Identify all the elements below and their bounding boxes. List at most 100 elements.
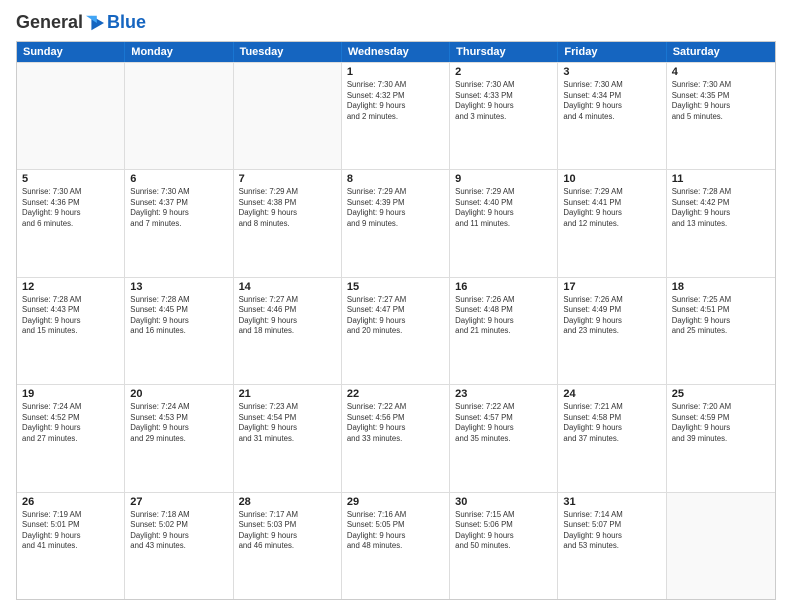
day-number: 12 (22, 281, 119, 293)
calendar-body: 1 Sunrise: 7:30 AM Sunset: 4:32 PM Daylig… (17, 62, 775, 599)
day-number: 11 (672, 173, 770, 185)
day-info: Sunrise: 7:22 AM Sunset: 4:57 PM Dayligh… (455, 402, 552, 444)
day-cell-19: 19 Sunrise: 7:24 AM Sunset: 4:52 PM Dayli… (17, 385, 125, 491)
day-info: Sunrise: 7:22 AM Sunset: 4:56 PM Dayligh… (347, 402, 444, 444)
day-number: 4 (672, 66, 770, 78)
day-cell-1: 1 Sunrise: 7:30 AM Sunset: 4:32 PM Daylig… (342, 63, 450, 169)
logo: GeneralBlue (16, 12, 146, 33)
day-number: 3 (563, 66, 660, 78)
day-info: Sunrise: 7:30 AM Sunset: 4:35 PM Dayligh… (672, 80, 770, 122)
day-info: Sunrise: 7:20 AM Sunset: 4:59 PM Dayligh… (672, 402, 770, 444)
day-cell-14: 14Sunrise: 7:27 AM Sunset: 4:46 PM Dayli… (234, 278, 342, 384)
logo-text: GeneralBlue (16, 12, 146, 33)
day-number: 1 (347, 66, 444, 78)
logo-icon (84, 14, 106, 32)
day-info: Sunrise: 7:29 AM Sunset: 4:39 PM Dayligh… (347, 187, 444, 229)
day-info: Sunrise: 7:19 AM Sunset: 5:01 PM Dayligh… (22, 510, 119, 552)
day-cell-27: 27 Sunrise: 7:18 AM Sunset: 5:02 PM Dayli… (125, 493, 233, 599)
calendar-row-5: 26 Sunrise: 7:19 AM Sunset: 5:01 PM Dayli… (17, 492, 775, 599)
calendar-row-4: 19 Sunrise: 7:24 AM Sunset: 4:52 PM Dayli… (17, 384, 775, 491)
day-info: Sunrise: 7:25 AM Sunset: 4:51 PM Dayligh… (672, 295, 770, 337)
day-number: 31 (563, 496, 660, 508)
day-cell-17: 17Sunrise: 7:26 AM Sunset: 4:49 PM Dayli… (558, 278, 666, 384)
day-info: Sunrise: 7:16 AM Sunset: 5:05 PM Dayligh… (347, 510, 444, 552)
day-cell-10: 10 Sunrise: 7:29 AM Sunset: 4:41 PM Dayli… (558, 170, 666, 276)
day-cell-7: 7Sunrise: 7:29 AM Sunset: 4:38 PM Daylig… (234, 170, 342, 276)
day-info: Sunrise: 7:26 AM Sunset: 4:48 PM Dayligh… (455, 295, 552, 337)
day-number: 26 (22, 496, 119, 508)
day-number: 6 (130, 173, 227, 185)
day-cell-26: 26 Sunrise: 7:19 AM Sunset: 5:01 PM Dayli… (17, 493, 125, 599)
day-number: 19 (22, 388, 119, 400)
day-info: Sunrise: 7:29 AM Sunset: 4:41 PM Dayligh… (563, 187, 660, 229)
day-number: 7 (239, 173, 336, 185)
day-number: 13 (130, 281, 227, 293)
day-cell-30: 30 Sunrise: 7:15 AM Sunset: 5:06 PM Dayli… (450, 493, 558, 599)
day-cell-5: 5 Sunrise: 7:30 AM Sunset: 4:36 PM Daylig… (17, 170, 125, 276)
calendar-header: SundayMondayTuesdayWednesdayThursdayFrid… (17, 42, 775, 62)
day-info: Sunrise: 7:30 AM Sunset: 4:34 PM Dayligh… (563, 80, 660, 122)
day-cell-18: 18 Sunrise: 7:25 AM Sunset: 4:51 PM Dayli… (667, 278, 775, 384)
day-cell-23: 23 Sunrise: 7:22 AM Sunset: 4:57 PM Dayli… (450, 385, 558, 491)
day-info: Sunrise: 7:27 AM Sunset: 4:47 PM Dayligh… (347, 295, 444, 337)
day-cell-29: 29Sunrise: 7:16 AM Sunset: 5:05 PM Dayli… (342, 493, 450, 599)
day-info: Sunrise: 7:28 AM Sunset: 4:45 PM Dayligh… (130, 295, 227, 337)
day-number: 22 (347, 388, 444, 400)
day-cell-4: 4 Sunrise: 7:30 AM Sunset: 4:35 PM Daylig… (667, 63, 775, 169)
calendar-row-2: 5 Sunrise: 7:30 AM Sunset: 4:36 PM Daylig… (17, 169, 775, 276)
day-number: 9 (455, 173, 552, 185)
day-number: 14 (239, 281, 336, 293)
day-cell-25: 25 Sunrise: 7:20 AM Sunset: 4:59 PM Dayli… (667, 385, 775, 491)
day-cell-11: 11 Sunrise: 7:28 AM Sunset: 4:42 PM Dayli… (667, 170, 775, 276)
day-cell-6: 6Sunrise: 7:30 AM Sunset: 4:37 PM Daylig… (125, 170, 233, 276)
day-info: Sunrise: 7:18 AM Sunset: 5:02 PM Dayligh… (130, 510, 227, 552)
day-number: 2 (455, 66, 552, 78)
day-info: Sunrise: 7:24 AM Sunset: 4:52 PM Dayligh… (22, 402, 119, 444)
day-number: 10 (563, 173, 660, 185)
weekday-header-tuesday: Tuesday (234, 42, 342, 62)
day-info: Sunrise: 7:30 AM Sunset: 4:36 PM Dayligh… (22, 187, 119, 229)
day-info: Sunrise: 7:30 AM Sunset: 4:33 PM Dayligh… (455, 80, 552, 122)
day-cell-9: 9 Sunrise: 7:29 AM Sunset: 4:40 PM Daylig… (450, 170, 558, 276)
day-info: Sunrise: 7:30 AM Sunset: 4:32 PM Dayligh… (347, 80, 444, 122)
weekday-header-wednesday: Wednesday (342, 42, 450, 62)
weekday-header-saturday: Saturday (667, 42, 775, 62)
day-cell-2: 2 Sunrise: 7:30 AM Sunset: 4:33 PM Daylig… (450, 63, 558, 169)
day-cell-16: 16Sunrise: 7:26 AM Sunset: 4:48 PM Dayli… (450, 278, 558, 384)
day-number: 27 (130, 496, 227, 508)
calendar-row-1: 1 Sunrise: 7:30 AM Sunset: 4:32 PM Daylig… (17, 62, 775, 169)
weekday-header-friday: Friday (558, 42, 666, 62)
day-cell-8: 8Sunrise: 7:29 AM Sunset: 4:39 PM Daylig… (342, 170, 450, 276)
day-cell-20: 20 Sunrise: 7:24 AM Sunset: 4:53 PM Dayli… (125, 385, 233, 491)
day-cell-28: 28 Sunrise: 7:17 AM Sunset: 5:03 PM Dayli… (234, 493, 342, 599)
day-number: 21 (239, 388, 336, 400)
day-info: Sunrise: 7:26 AM Sunset: 4:49 PM Dayligh… (563, 295, 660, 337)
day-info: Sunrise: 7:24 AM Sunset: 4:53 PM Dayligh… (130, 402, 227, 444)
day-number: 24 (563, 388, 660, 400)
weekday-header-sunday: Sunday (17, 42, 125, 62)
day-number: 18 (672, 281, 770, 293)
day-info: Sunrise: 7:29 AM Sunset: 4:40 PM Dayligh… (455, 187, 552, 229)
header: GeneralBlue (16, 12, 776, 33)
day-number: 28 (239, 496, 336, 508)
empty-cell (125, 63, 233, 169)
day-number: 30 (455, 496, 552, 508)
calendar: SundayMondayTuesdayWednesdayThursdayFrid… (16, 41, 776, 600)
day-cell-13: 13 Sunrise: 7:28 AM Sunset: 4:45 PM Dayli… (125, 278, 233, 384)
empty-cell (667, 493, 775, 599)
day-number: 25 (672, 388, 770, 400)
weekday-header-monday: Monday (125, 42, 233, 62)
logo-blue: Blue (107, 12, 146, 33)
day-info: Sunrise: 7:15 AM Sunset: 5:06 PM Dayligh… (455, 510, 552, 552)
page: GeneralBlue SundayMondayTuesdayWednesday… (0, 0, 792, 612)
weekday-header-thursday: Thursday (450, 42, 558, 62)
day-info: Sunrise: 7:28 AM Sunset: 4:42 PM Dayligh… (672, 187, 770, 229)
day-cell-31: 31Sunrise: 7:14 AM Sunset: 5:07 PM Dayli… (558, 493, 666, 599)
day-number: 5 (22, 173, 119, 185)
day-number: 20 (130, 388, 227, 400)
day-number: 23 (455, 388, 552, 400)
day-info: Sunrise: 7:17 AM Sunset: 5:03 PM Dayligh… (239, 510, 336, 552)
day-cell-12: 12 Sunrise: 7:28 AM Sunset: 4:43 PM Dayli… (17, 278, 125, 384)
day-info: Sunrise: 7:28 AM Sunset: 4:43 PM Dayligh… (22, 295, 119, 337)
day-cell-22: 22 Sunrise: 7:22 AM Sunset: 4:56 PM Dayli… (342, 385, 450, 491)
